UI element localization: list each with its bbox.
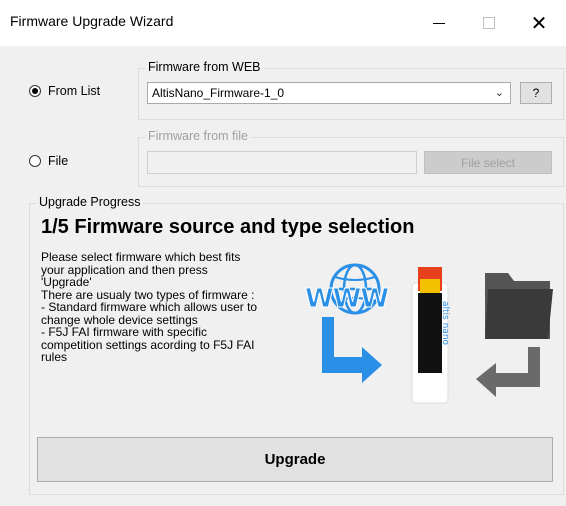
firmware-select[interactable]: AltisNano_Firmware-1_0 ⌄ xyxy=(147,82,511,104)
description-line: rules xyxy=(41,350,68,364)
description-line: competition settings acording to F5J FAI xyxy=(41,337,255,352)
firmware-upgrade-window: Firmware Upgrade Wizard ✕ Firmware from … xyxy=(0,0,566,506)
maximize-icon xyxy=(483,17,495,29)
device-label: altis nano xyxy=(440,301,450,346)
gray-arrow-icon xyxy=(476,347,540,397)
progress-group-legend: Upgrade Progress xyxy=(36,195,144,209)
file-label: File xyxy=(48,154,69,168)
help-label: ? xyxy=(532,86,540,100)
close-icon: ✕ xyxy=(530,12,548,35)
illustration-svg: WWW altis nano xyxy=(305,263,553,404)
step-description: Please select firmware which best fits y… xyxy=(41,251,291,364)
upgrade-button[interactable]: Upgrade xyxy=(37,437,553,482)
title-bar: Firmware Upgrade Wizard ✕ xyxy=(0,0,566,46)
minimize-icon xyxy=(433,22,445,24)
window-title: Firmware Upgrade Wizard xyxy=(10,13,174,29)
firmware-select-value: AltisNano_Firmware-1_0 xyxy=(152,86,285,100)
chevron-down-icon: ⌄ xyxy=(494,87,504,99)
upgrade-label: Upgrade xyxy=(264,451,326,468)
file-select-label: File select xyxy=(460,155,516,170)
step-title: 1/5 Firmware source and type selection xyxy=(41,216,415,238)
description-line: - F5J FAI firmware with specific xyxy=(41,325,208,339)
file-group-legend: Firmware from file xyxy=(145,129,252,143)
description-line: Please select firmware which best fits xyxy=(41,250,241,264)
file-radio[interactable]: File xyxy=(29,154,68,168)
minimize-button[interactable] xyxy=(416,0,462,46)
file-path-input[interactable] xyxy=(147,151,417,174)
file-select-button[interactable]: File select xyxy=(424,151,552,174)
www-text: WWW xyxy=(305,284,388,314)
folder-icon xyxy=(485,273,553,339)
help-button[interactable]: ? xyxy=(520,82,552,104)
description-line: - Standard firmware which allows user to xyxy=(41,300,258,314)
firmware-source-illustration: WWW altis nano xyxy=(300,255,560,415)
web-group-legend: Firmware from WEB xyxy=(145,60,264,74)
from-list-radio[interactable]: From List xyxy=(29,84,100,98)
description-line: 'Upgrade' xyxy=(41,275,92,289)
close-button[interactable]: ✕ xyxy=(516,0,562,46)
from-list-radio-indicator xyxy=(29,85,41,97)
from-list-label: From List xyxy=(48,84,101,98)
blue-arrow-icon xyxy=(322,317,382,383)
device-icon: altis nano xyxy=(411,267,450,404)
file-radio-indicator xyxy=(29,155,41,167)
maximize-button[interactable] xyxy=(466,0,512,46)
